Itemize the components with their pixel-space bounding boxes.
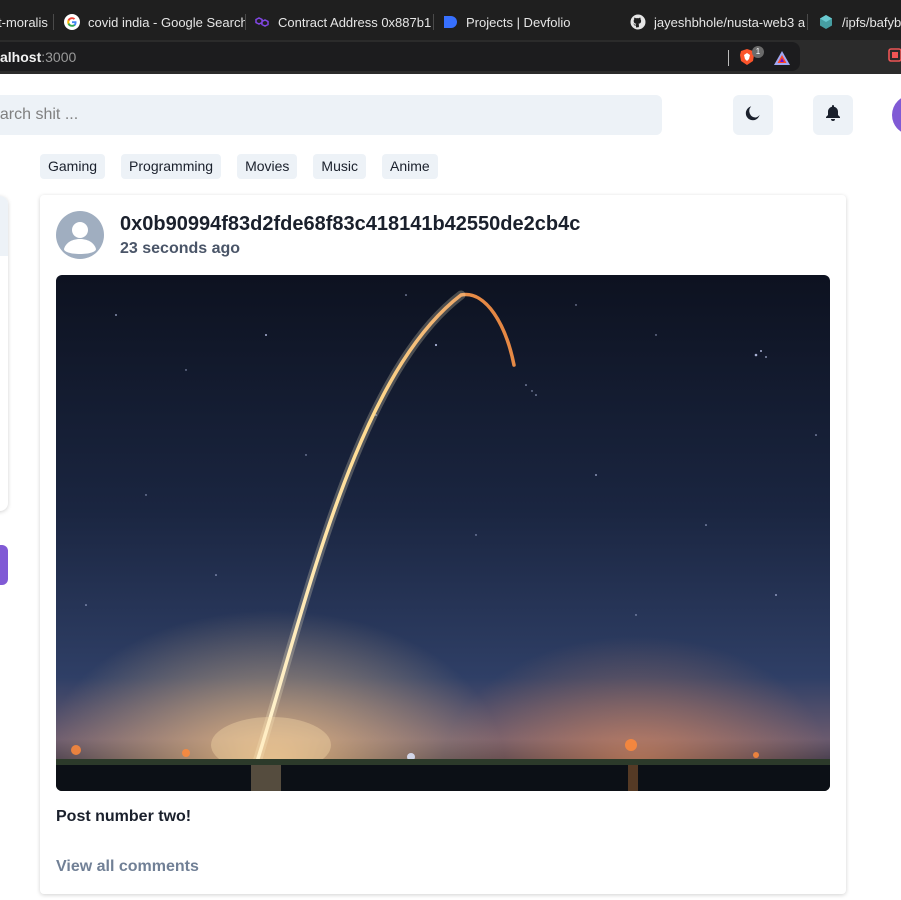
google-icon [64, 14, 80, 30]
brave-rewards-icon[interactable] [773, 50, 791, 66]
tab-label: covid india - Google Search [88, 14, 246, 30]
url-host: alhost [0, 49, 42, 65]
browser-tab-moralis[interactable]: t-moralis [0, 6, 54, 38]
post-author[interactable]: 0x0b90994f83d2fde68f83c418141b42550de2cb… [120, 213, 580, 236]
tab-separator [433, 14, 434, 30]
browser-toolbar: alhost:3000 1 [0, 40, 901, 74]
post-timestamp: 23 seconds ago [120, 240, 241, 257]
tab-separator [807, 14, 808, 30]
tab-label: Contract Address 0x887b1 [278, 14, 432, 30]
user-avatar[interactable] [892, 95, 901, 135]
tab-label: /ipfs/bafyb [842, 14, 901, 30]
sidebar-action-button[interactable] [0, 545, 8, 585]
app-page: Gaming Programming Movies Music Anime 0x… [0, 74, 901, 900]
browser-tab-ipfs[interactable]: /ipfs/bafyb [818, 6, 901, 38]
tag-music[interactable]: Music [313, 154, 366, 179]
tab-label: Projects | Devfolio [466, 14, 571, 30]
tab-separator [53, 14, 54, 30]
address-bar[interactable]: alhost:3000 1 [0, 42, 800, 71]
post-image [56, 275, 830, 791]
browser-tab-google[interactable]: covid india - Google Search [64, 6, 246, 38]
notifications-button[interactable] [813, 95, 853, 135]
tag-list: Gaming Programming Movies Music Anime [40, 154, 438, 179]
github-icon [630, 14, 646, 30]
post-caption: Post number two! [56, 808, 192, 825]
tag-movies[interactable]: Movies [237, 154, 298, 179]
devfolio-icon [442, 14, 458, 30]
address-bar-divider [728, 50, 729, 66]
moon-icon [744, 104, 762, 127]
shields-count-badge: 1 [752, 46, 764, 58]
theme-toggle-button[interactable] [733, 95, 773, 135]
bell-icon [825, 104, 841, 127]
default-user-icon [64, 222, 96, 254]
sidebar-panel [0, 196, 8, 511]
sidebar-active-item[interactable] [0, 196, 8, 256]
tag-programming[interactable]: Programming [121, 154, 222, 179]
tab-label: t-moralis [0, 14, 48, 30]
tab-label: jayeshbhole/nusta-web3 a [654, 14, 806, 30]
post-card: 0x0b90994f83d2fde68f83c418141b42550de2cb… [40, 195, 846, 894]
url-port: :3000 [41, 49, 77, 65]
tag-gaming[interactable]: Gaming [40, 154, 106, 179]
extension-icon[interactable] [888, 48, 901, 62]
search-bar[interactable] [0, 95, 662, 135]
browser-tab-devfolio[interactable]: Projects | Devfolio [442, 6, 622, 38]
url-text: alhost:3000 [0, 49, 76, 65]
browser-tab-contract[interactable]: Contract Address 0x887b1 [254, 6, 434, 38]
polygon-icon [254, 14, 270, 30]
browser-tab-github[interactable]: jayeshbhole/nusta-web3 a [630, 6, 808, 38]
browser-tab-bar: t-moralis covid india - Google Search Co… [0, 0, 901, 40]
rocket-launch-image [56, 275, 830, 791]
view-comments-link[interactable]: View all comments [56, 858, 199, 876]
search-input[interactable] [0, 95, 662, 135]
ipfs-icon [818, 14, 834, 30]
tag-anime[interactable]: Anime [381, 154, 438, 179]
tab-separator [245, 14, 246, 30]
post-author-avatar[interactable] [56, 211, 104, 259]
